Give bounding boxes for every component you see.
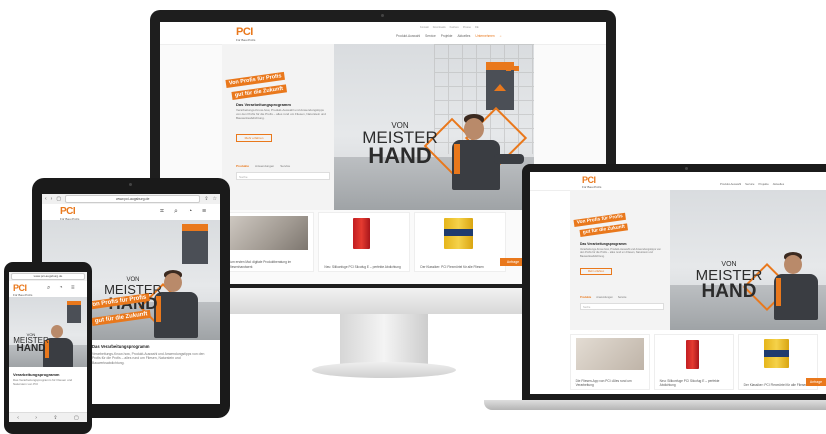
hero-image: VON MEISTER HAND [670, 190, 826, 330]
search-icon[interactable]: ⌕ [174, 208, 178, 216]
bucket-image [420, 216, 500, 251]
pci-logo[interactable]: PCI Für Bau-Profis [60, 207, 79, 221]
menu-icon[interactable]: ≡ [71, 285, 75, 291]
tab-service[interactable]: Service [280, 164, 290, 168]
hero-text: Das Verarbeitungsprogramm Verarbeitungs-… [236, 102, 328, 121]
teaser-card[interactable]: Der Klassiker: PCI Flexmörtel für alle F… [414, 212, 506, 272]
back-icon[interactable]: ‹ [45, 196, 47, 202]
phone-header: PCI Für Bau-Profis ⌕ ◔ ≡ [9, 281, 87, 298]
more-button[interactable]: Mehr erfahren [580, 268, 612, 275]
util-link[interactable]: Presse [463, 26, 471, 29]
hero-image: VON MEISTER HAND [334, 44, 534, 210]
teaser-cards: Die Fliesen-App von PCI: Alles rund um V… [570, 334, 818, 390]
tabs-icon[interactable]: ▢ [74, 415, 79, 421]
nav-item-products[interactable]: Produkt-Auswahl [720, 182, 741, 186]
back-icon[interactable]: ‹ [17, 415, 19, 421]
search-placeholder: Suche [239, 175, 248, 179]
hero-image: VON MEISTER HAND [9, 297, 87, 367]
util-link[interactable]: Kontakt [420, 26, 429, 29]
laptop-header: PCI Für Bau-Profis Produkt-Auswahl Servic… [530, 172, 826, 191]
laptop-base [484, 400, 826, 410]
main-nav: Produkt-Auswahl Service Projekte Aktuell… [720, 182, 784, 186]
search-tabs: Produkte Anwendungen Service [236, 164, 290, 168]
hero-headline: VON MEISTER HAND [13, 332, 49, 355]
badge-panel [67, 301, 81, 323]
tabs-icon[interactable]: ▢ [56, 196, 61, 202]
phone-screen: www.pci-augsburg.de PCI Für Bau-Profis ⌕ … [9, 272, 87, 422]
tube-image [659, 338, 729, 370]
search-input[interactable]: Suche [580, 303, 664, 310]
desktop-header: PCI Für Bau-Profis Kontakt Downloads Karr… [160, 22, 606, 45]
teaser-cards: Zum ersten Mal: digitale Produktberatung… [222, 212, 534, 272]
account-icon[interactable]: ◔ [59, 285, 63, 291]
pci-logo[interactable]: PCI Für Bau-Profis [582, 176, 601, 189]
teaser-card[interactable]: Neu: Silikonfuge PCI Silcofug E – perfek… [654, 334, 734, 390]
section-title: Das Verarbeitungsprogramm [236, 102, 291, 107]
share-icon[interactable]: ⇪ [204, 196, 208, 202]
teaser-card[interactable]: Die Fliesen-App von PCI: Alles rund um V… [570, 334, 650, 390]
hero-left-panel [222, 44, 334, 210]
search-input[interactable]: Suche [236, 172, 330, 180]
pci-logo[interactable]: PCI Für Bau-Profis [13, 284, 32, 297]
craftsman-figure [770, 252, 826, 330]
nav-item-news[interactable]: Aktuelles [457, 34, 470, 38]
badge-tab[interactable] [506, 66, 511, 71]
badge-panel [182, 224, 208, 264]
nav-item-products[interactable]: Produkt-Auswahl [396, 34, 420, 38]
bookmark-icon[interactable]: ☆ [213, 196, 217, 202]
search-icon[interactable]: ⌕ [47, 285, 50, 292]
tablet-url-field[interactable]: www.pci-augsburg.de [65, 195, 201, 203]
search-tabs: Produkte Anwendungen Service [580, 296, 627, 299]
nav-item-service[interactable]: Service [745, 182, 754, 186]
hero-text: Das Verarbeitungsprogramm Verarbeitungs-… [580, 242, 661, 258]
bucket-image [743, 338, 813, 370]
monitor-camera [381, 14, 384, 17]
nav-item-projects[interactable]: Projekte [758, 182, 768, 186]
laptop-screen: PCI Für Bau-Profis Produkt-Auswahl Servic… [530, 172, 826, 394]
phone-image [575, 338, 645, 370]
share-icon[interactable]: ⇪ [53, 415, 57, 421]
hero-headline: VON MEISTER HAND [362, 121, 438, 168]
search-icon[interactable]: ⌕ [500, 34, 502, 38]
stone-image [228, 216, 308, 251]
utility-nav: Kontakt Downloads Karriere Presse DE [420, 26, 479, 29]
pci-logo[interactable]: PCI Für Bau-Profis [236, 27, 255, 42]
phone-url-field[interactable]: www.pci-augsburg.de [11, 273, 85, 280]
hero-text: Das Verarbeitungsprogramm Verarbeitungs-… [92, 344, 205, 365]
menu-icon[interactable]: ≡ [202, 208, 206, 215]
nav-item-service[interactable]: Service [425, 34, 436, 38]
tab-applications[interactable]: Anwendungen [255, 164, 274, 168]
tab-products[interactable]: Produkte [236, 164, 249, 168]
request-tab[interactable]: Anfrage [806, 378, 826, 386]
cart-icon[interactable]: ⌗ [160, 208, 164, 216]
tube-image [324, 216, 404, 251]
nav-item-news[interactable]: Aktuelles [773, 182, 784, 186]
util-link[interactable]: Karriere [450, 26, 459, 29]
nav-item-company[interactable]: Unternehmen [475, 34, 494, 38]
more-button[interactable]: Mehr erfahren [236, 134, 272, 142]
monitor-stand-base [312, 362, 456, 378]
tablet-camera [129, 183, 132, 186]
account-icon[interactable]: ◔ [188, 208, 192, 215]
phone-bottom-bar: ‹ › ⇪ ▢ [9, 412, 87, 422]
nav-item-projects[interactable]: Projekte [441, 34, 453, 38]
craftsman-figure [444, 114, 524, 210]
teaser-card[interactable]: Zum ersten Mal: digitale Produktberatung… [222, 212, 314, 272]
tablet-header: PCI Für Bau-Profis ⌗ ⌕ ◔ ≡ [42, 204, 220, 221]
main-nav: Produkt-Auswahl Service Projekte Aktuell… [396, 34, 502, 38]
util-link[interactable]: Downloads [433, 26, 446, 29]
laptop-camera [685, 167, 688, 170]
forward-icon[interactable]: › [35, 415, 37, 421]
hero-headline: VON MEISTER HAND [695, 261, 763, 302]
section-text: Verarbeitungs-Know-how, Produkt-Auswahl … [236, 108, 326, 120]
phone-text: Verarbeitungsprogramm Das Verarbeitungsp… [13, 372, 73, 386]
badge-tab[interactable] [514, 66, 519, 71]
forward-icon[interactable]: › [51, 196, 53, 202]
language-switch[interactable]: DE [475, 26, 479, 29]
teaser-card[interactable]: Neu: Silikonfuge PCI Silcofug E – perfek… [318, 212, 410, 272]
